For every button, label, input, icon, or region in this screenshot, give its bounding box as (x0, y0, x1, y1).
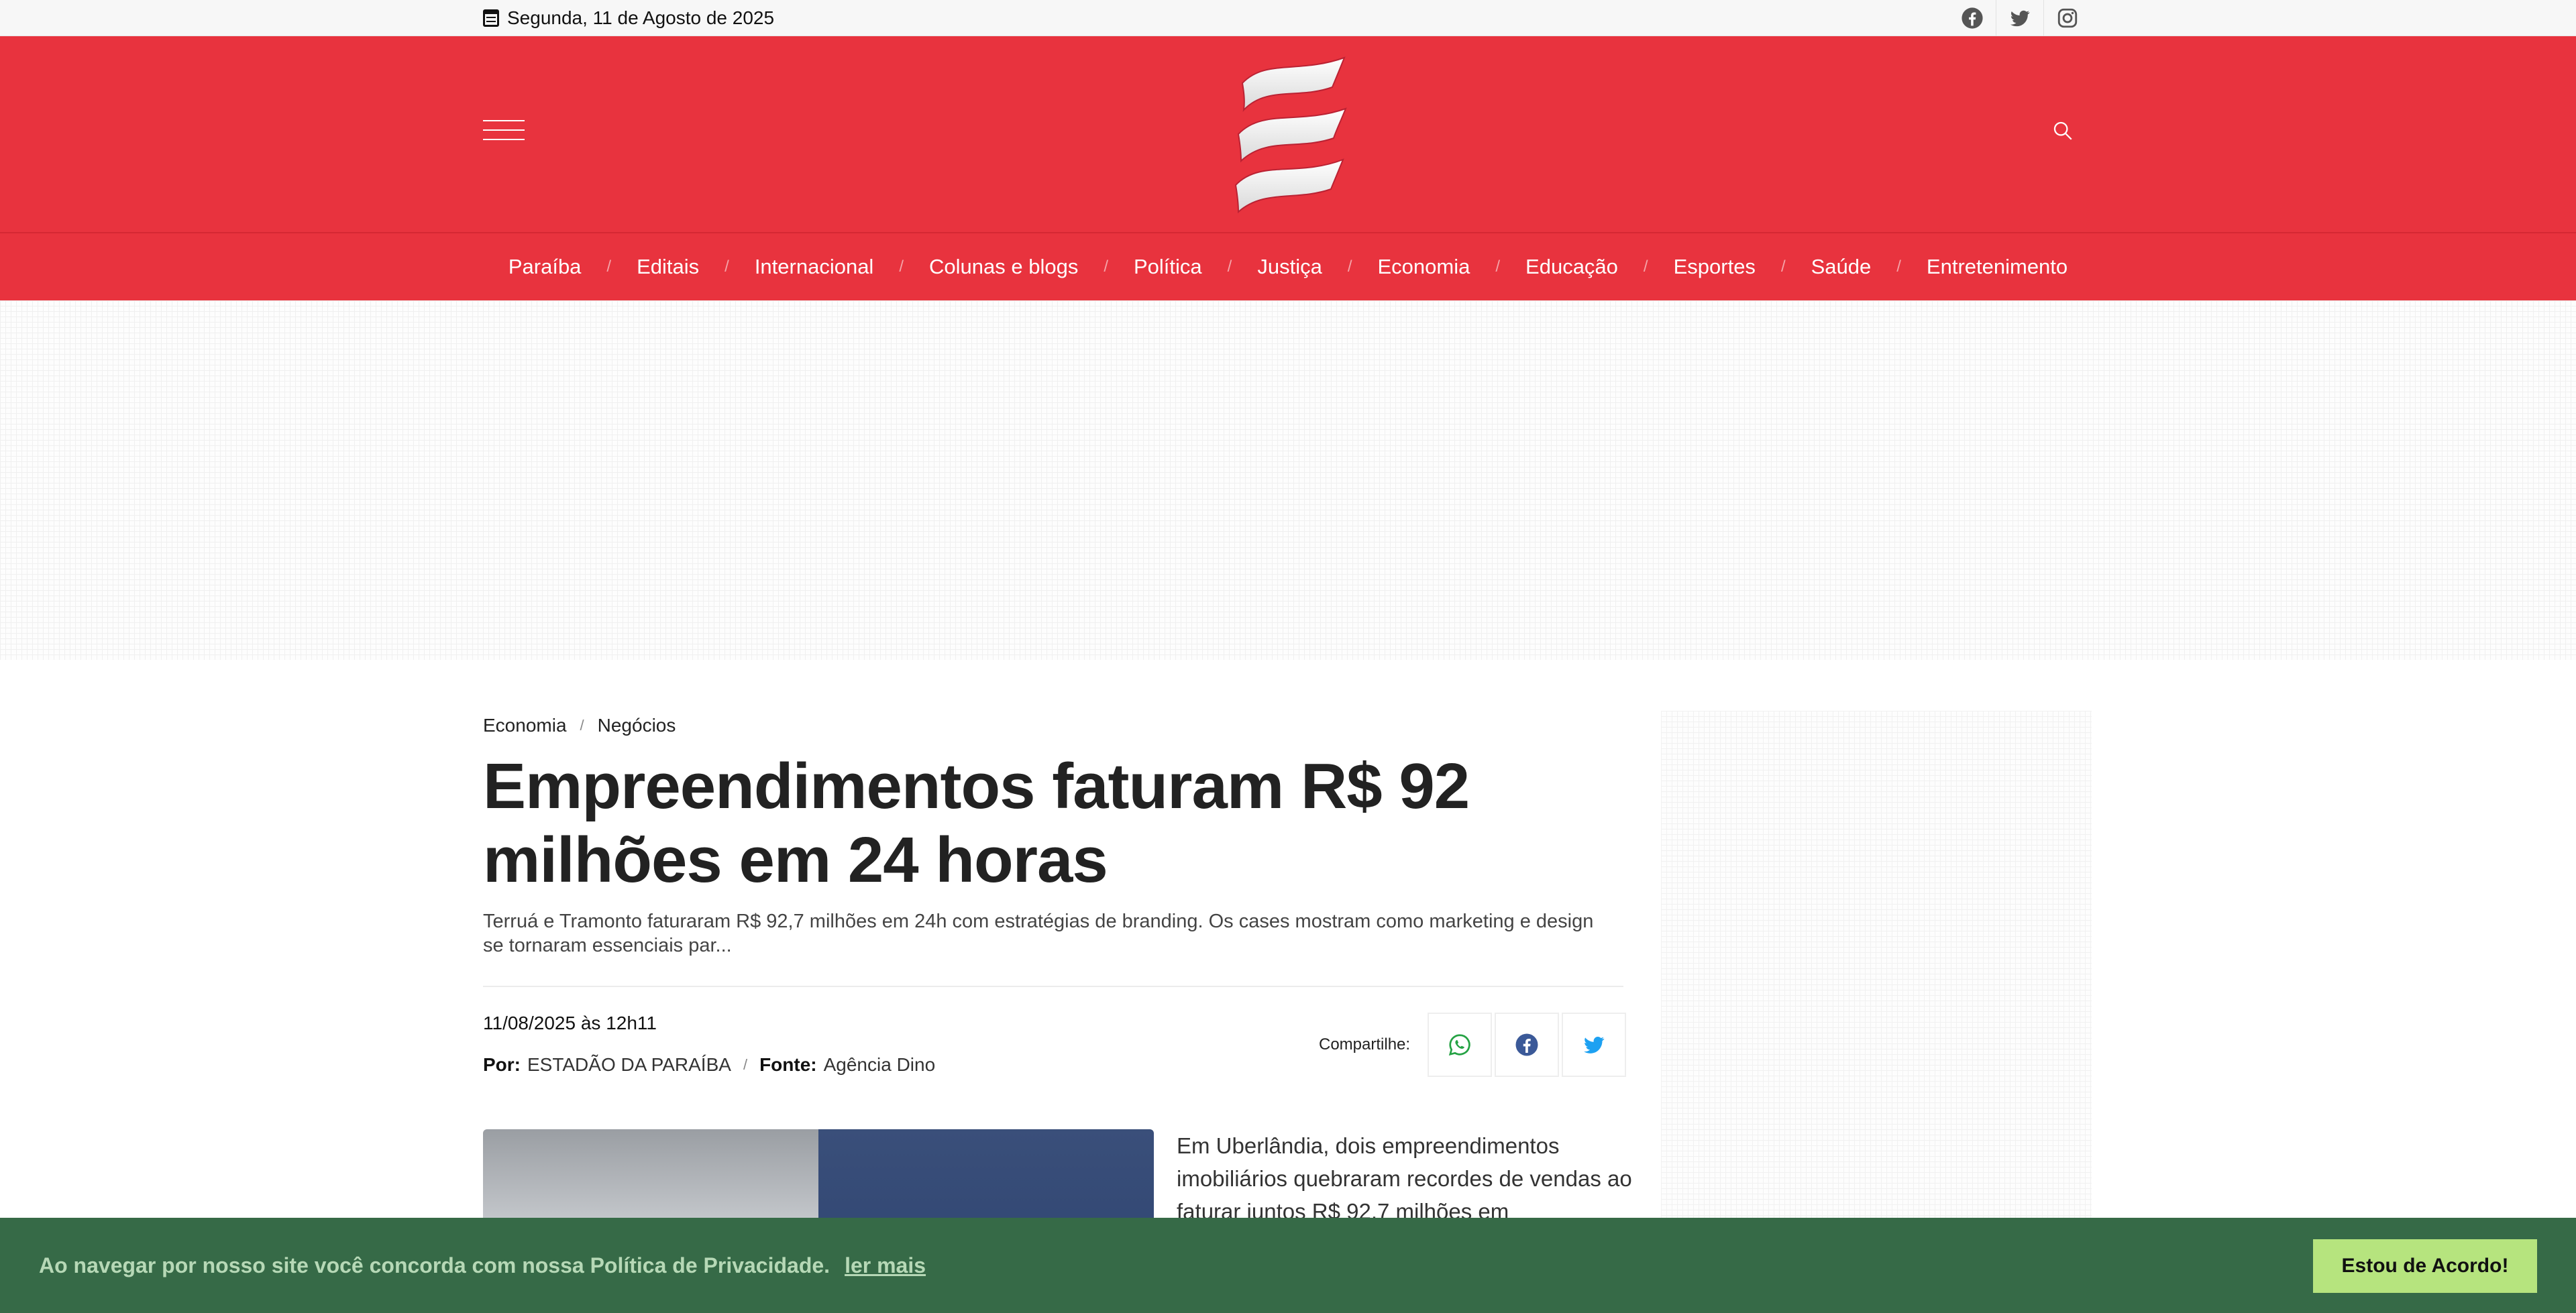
nav-link-saude[interactable]: Saúde (1786, 233, 1897, 300)
author-label: Por: (483, 1054, 521, 1075)
nav-separator: / (1104, 258, 1108, 276)
breadcrumb-negocios[interactable]: Negócios (598, 715, 676, 736)
article-body: Em Uberlândia, dois empreendimentos imob… (1177, 1133, 1632, 1224)
share-facebook-button[interactable] (1495, 1013, 1560, 1077)
twitter-icon (1584, 1037, 1605, 1053)
publish-datetime: 11/08/2025 às 12h11 (483, 1013, 657, 1033)
nav-separator: / (899, 258, 904, 276)
cookie-accept-button[interactable]: Estou de Acordo! (2313, 1239, 2537, 1293)
cookie-text: Ao navegar por nosso site você concorda … (39, 1253, 830, 1277)
divider (483, 986, 1623, 987)
twitter-icon (2010, 10, 2030, 27)
cookie-message: Ao navegar por nosso site você concorda … (39, 1218, 926, 1313)
nav-link-educacao[interactable]: Educação (1500, 233, 1644, 300)
breadcrumb: Economia / Negócios (483, 715, 676, 736)
nav-item: Política (1108, 233, 1228, 300)
nav-link-editais[interactable]: Editais (611, 233, 724, 300)
nav-item: Justiça (1232, 233, 1347, 300)
nav-link-entretenimento[interactable]: Entretenimento (1901, 233, 2093, 300)
social-links (1948, 0, 2091, 36)
instagram-icon (2057, 8, 2078, 28)
nav-separator: / (724, 258, 729, 276)
nav-item: Paraíba (483, 233, 607, 300)
ad-banner (0, 300, 2576, 660)
nav-separator: / (1347, 258, 1352, 276)
facebook-link[interactable] (1948, 0, 1996, 36)
byline: Por: ESTADÃO DA PARAÍBA / Fonte: Agência… (483, 1054, 935, 1076)
twitter-link[interactable] (1996, 0, 2043, 36)
breadcrumb-separator: / (580, 717, 584, 734)
article-lead: Terruá e Tramonto faturaram R$ 92,7 milh… (483, 911, 1594, 956)
breadcrumb-economia[interactable]: Economia (483, 715, 567, 736)
hamburger-menu-icon[interactable] (483, 120, 525, 141)
nav-separator: / (606, 258, 612, 276)
current-date: Segunda, 11 de Agosto de 2025 (483, 5, 774, 31)
nav-item: Esportes (1648, 233, 1781, 300)
site-header (0, 36, 2576, 232)
nav-link-internacional[interactable]: Internacional (729, 233, 900, 300)
nav-link-justica[interactable]: Justiça (1232, 233, 1347, 300)
main-nav: Paraíba / Editais / Internacional / Colunas e … (0, 232, 2576, 300)
article-title: Empreendimentos faturam R$ 92 milhões em… (483, 750, 1470, 896)
nav-link-paraiba[interactable]: Paraíba (483, 233, 607, 300)
byline-separator: / (743, 1056, 748, 1073)
nav-list: Paraíba / Editais / Internacional / Colunas e … (0, 233, 2576, 300)
top-bar: Segunda, 11 de Agosto de 2025 (0, 0, 2576, 36)
nav-item: Saúde (1786, 233, 1897, 300)
nav-item: Colunas e blogs (904, 233, 1104, 300)
nav-link-colunas-e-blogs[interactable]: Colunas e blogs (904, 233, 1104, 300)
nav-link-politica[interactable]: Política (1108, 233, 1228, 300)
share-bar: Compartilhe: (1319, 1013, 1627, 1077)
nav-separator: / (1896, 258, 1901, 276)
nav-item: Educação (1500, 233, 1644, 300)
nav-separator: / (1780, 258, 1786, 276)
author-name: ESTADÃO DA PARAÍBA (527, 1054, 731, 1075)
nav-link-economia[interactable]: Economia (1352, 233, 1496, 300)
nav-item: Internacional (729, 233, 900, 300)
cookie-read-more-link[interactable]: ler mais (845, 1253, 926, 1278)
site-logo[interactable] (1225, 52, 1359, 217)
date-text: Segunda, 11 de Agosto de 2025 (507, 7, 775, 28)
share-label: Compartilhe: (1319, 1035, 1411, 1053)
nav-item: Editais (611, 233, 724, 300)
instagram-link[interactable] (2043, 0, 2091, 36)
nav-link-esportes[interactable]: Esportes (1648, 233, 1781, 300)
nav-item: Economia (1352, 233, 1496, 300)
share-whatsapp-button[interactable] (1428, 1013, 1493, 1077)
nav-separator: / (1227, 258, 1232, 276)
calendar-icon (483, 9, 499, 27)
source-label: Fonte: (759, 1054, 817, 1075)
facebook-icon (1961, 7, 1983, 29)
share-twitter-button[interactable] (1562, 1013, 1627, 1077)
cookie-banner: Ao navegar por nosso site você concorda … (0, 1218, 2576, 1313)
nav-item: Entretenimento (1901, 233, 2093, 300)
nav-separator: / (1495, 258, 1501, 276)
facebook-icon (1515, 1033, 1538, 1056)
source-name: Agência Dino (823, 1054, 936, 1075)
whatsapp-icon (1448, 1034, 1470, 1056)
nav-separator: / (1643, 258, 1648, 276)
search-icon[interactable] (2051, 119, 2074, 142)
